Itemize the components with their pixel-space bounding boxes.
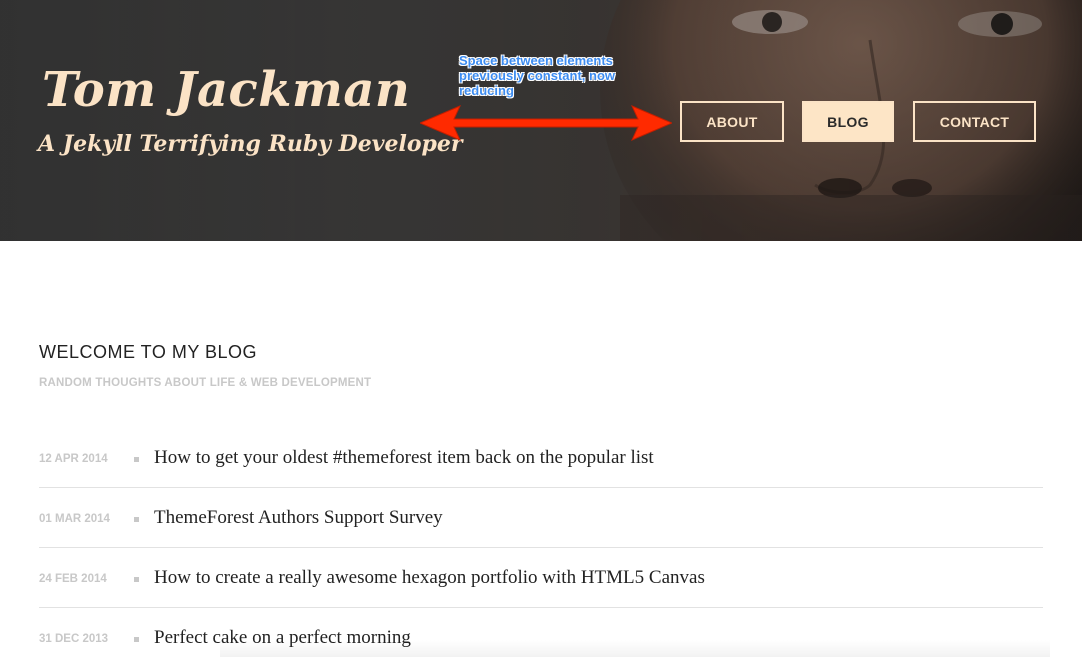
- post-date: 12 APR 2014: [39, 453, 108, 465]
- post-date: 24 FEB 2014: [39, 573, 107, 585]
- annotation-note: Space between elements previously consta…: [459, 53, 616, 98]
- post-title-link[interactable]: How to get your oldest #themeforest item…: [154, 447, 654, 469]
- post-item: 01 MAR 2014 ThemeForest Authors Support …: [39, 488, 1043, 548]
- nav-about-button[interactable]: ABOUT: [680, 101, 784, 142]
- nav-contact-button[interactable]: CONTACT: [913, 101, 1036, 142]
- site-title[interactable]: Tom Jackman: [42, 62, 410, 118]
- hero-header: Tom Jackman A Jekyll Terrifying Ruby Dev…: [0, 0, 1082, 241]
- post-title-link[interactable]: ThemeForest Authors Support Survey: [154, 507, 443, 529]
- bullet-icon: [134, 517, 139, 522]
- post-item: 24 FEB 2014 How to create a really aweso…: [39, 548, 1043, 608]
- page-title: WELCOME TO MY BLOG: [39, 342, 258, 362]
- post-title-link[interactable]: How to create a really awesome hexagon p…: [154, 567, 705, 589]
- bullet-icon: [134, 577, 139, 582]
- double-arrow-icon: [420, 105, 672, 141]
- nav-blog-button[interactable]: BLOG: [802, 101, 894, 142]
- site-subtitle: A Jekyll Terrifying Ruby Developer: [38, 131, 463, 157]
- post-item: 12 APR 2014 How to get your oldest #them…: [39, 428, 1043, 488]
- post-list: 12 APR 2014 How to get your oldest #them…: [39, 428, 1043, 657]
- post-date: 31 DEC 2013: [39, 633, 109, 645]
- post-item: 31 DEC 2013 Perfect cake on a perfect mo…: [39, 608, 1043, 657]
- bullet-icon: [134, 637, 139, 642]
- bullet-icon: [134, 457, 139, 462]
- post-date: 01 MAR 2014: [39, 513, 110, 525]
- page-subtitle: RANDOM THOUGHTS ABOUT LIFE & WEB DEVELOP…: [39, 377, 372, 389]
- post-title-link[interactable]: Perfect cake on a perfect morning: [154, 627, 411, 649]
